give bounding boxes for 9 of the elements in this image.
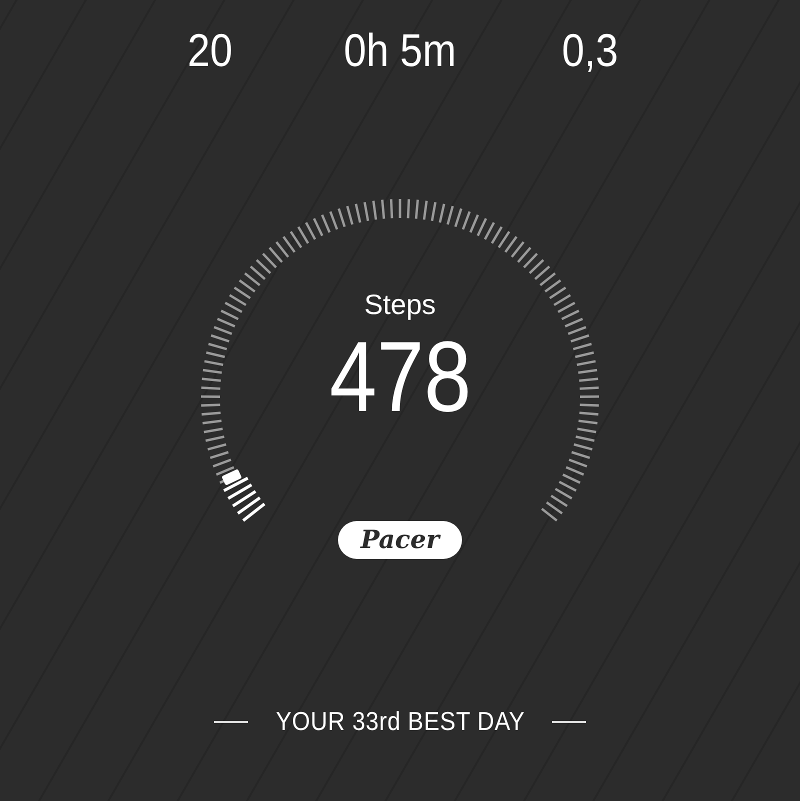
stat-value: 0h 5m (342, 23, 458, 78)
steps-count: 478 (329, 322, 471, 432)
best-day-text: YOUR 33rd BEST DAY (275, 706, 525, 737)
steps-label: Steps (364, 288, 436, 322)
logo: Pacer (338, 521, 462, 559)
stat-value: 20 (186, 23, 234, 78)
gauge-marker (221, 468, 242, 486)
gauge-fill (223, 476, 266, 522)
stat-value: 0,3 (560, 23, 620, 78)
